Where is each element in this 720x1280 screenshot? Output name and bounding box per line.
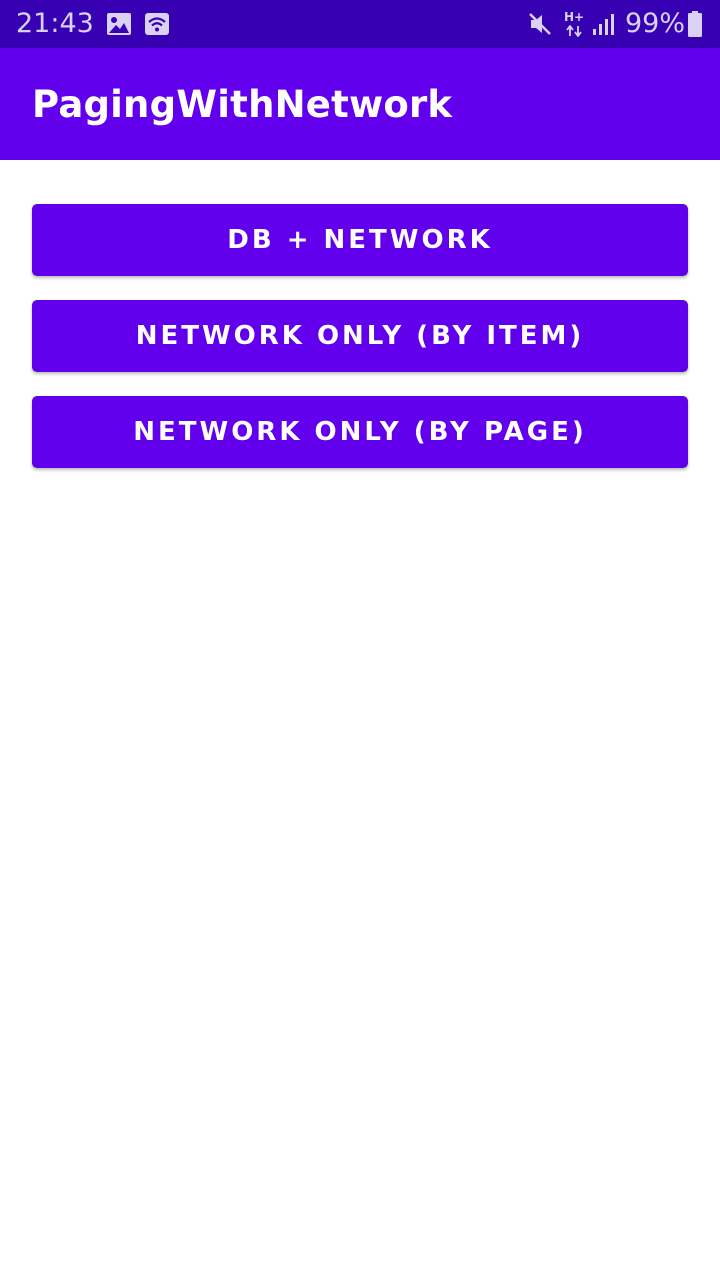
image-icon (107, 13, 131, 35)
battery-percent: 99% (625, 8, 686, 39)
data-arrows-icon (566, 25, 582, 37)
wifi-icon (145, 13, 169, 35)
network-only-by-item-button[interactable]: NETWORK ONLY (BY ITEM) (32, 300, 688, 372)
network-type-icon: H+ (563, 11, 585, 39)
status-bar: 21:43 H+ 99% (0, 0, 720, 48)
main-content: DB + NETWORK NETWORK ONLY (BY ITEM) NETW… (0, 160, 720, 1280)
app-title: PagingWithNetwork (32, 83, 453, 126)
status-time: 21:43 (16, 8, 94, 39)
battery-icon (688, 11, 702, 37)
db-network-button[interactable]: DB + NETWORK (32, 204, 688, 276)
network-type-label: H+ (564, 10, 585, 24)
signal-icon (593, 14, 614, 35)
network-only-by-page-button[interactable]: NETWORK ONLY (BY PAGE) (32, 396, 688, 468)
mute-icon (529, 13, 551, 35)
app-bar: PagingWithNetwork (0, 48, 720, 160)
